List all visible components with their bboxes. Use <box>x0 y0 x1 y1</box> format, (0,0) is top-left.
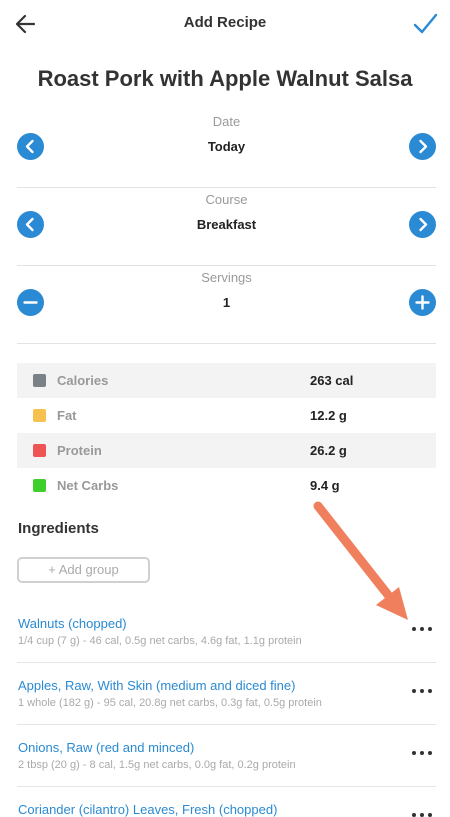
ingredient-details: 2 tbsp (20 g) - 8 cal, 1.5g net carbs, 0… <box>18 759 296 771</box>
chevron-left-icon <box>25 217 34 232</box>
ingredient-list: Walnuts (chopped) 1/4 cup (7 g) - 46 cal… <box>17 601 436 817</box>
nutrition-row-net-carbs: Net Carbs 9.4 g <box>17 468 436 503</box>
date-label: Date <box>212 114 241 129</box>
date-selector: Date Today <box>17 110 436 188</box>
servings-decrease-button[interactable] <box>17 289 44 316</box>
more-options-icon[interactable] <box>412 751 432 757</box>
ingredient-name[interactable]: Onions, Raw (red and minced) <box>18 740 194 755</box>
top-app-bar: Add Recipe <box>0 0 450 48</box>
date-next-button[interactable] <box>409 133 436 160</box>
course-selector: Course Breakfast <box>17 188 436 266</box>
servings-label: Servings <box>201 270 252 285</box>
recipe-title: Roast Pork with Apple Walnut Salsa <box>37 66 413 91</box>
ingredient-details: 1/4 cup (7 g) - 46 cal, 0.5g net carbs, … <box>18 635 302 647</box>
nutrition-value: 26.2 g <box>310 443 347 458</box>
ingredient-item[interactable]: Walnuts (chopped) 1/4 cup (7 g) - 46 cal… <box>17 601 436 663</box>
servings-selector: Servings 1 <box>17 266 436 344</box>
date-prev-button[interactable] <box>17 133 44 160</box>
fat-color-swatch <box>33 409 46 422</box>
ingredients-heading: Ingredients <box>18 520 99 537</box>
checkmark-icon <box>413 13 438 34</box>
nutrition-row-calories: Calories 263 cal <box>17 363 436 398</box>
nutrition-label: Calories <box>57 373 109 388</box>
nutrition-row-protein: Protein 26.2 g <box>17 433 436 468</box>
page-title: Add Recipe <box>183 14 267 31</box>
nutrition-value: 263 cal <box>310 373 354 388</box>
add-group-button[interactable]: + Add group <box>17 557 150 583</box>
servings-value: 1 <box>222 295 231 310</box>
chevron-right-icon <box>419 139 428 154</box>
nutrition-label: Protein <box>57 443 102 458</box>
more-options-icon[interactable] <box>412 813 432 817</box>
servings-increase-button[interactable] <box>409 289 436 316</box>
ingredient-item[interactable]: Coriander (cilantro) Leaves, Fresh (chop… <box>17 787 436 817</box>
nutrition-value: 12.2 g <box>310 408 347 423</box>
ingredient-name[interactable]: Apples, Raw, With Skin (medium and diced… <box>18 678 295 693</box>
course-next-button[interactable] <box>409 211 436 238</box>
ingredient-details: 1 whole (182 g) - 95 cal, 20.8g net carb… <box>18 697 322 709</box>
minus-icon <box>23 301 38 304</box>
nutrition-label: Net Carbs <box>57 478 119 493</box>
ingredient-name[interactable]: Coriander (cilantro) Leaves, Fresh (chop… <box>18 802 277 817</box>
course-label: Course <box>205 192 248 207</box>
more-options-icon[interactable] <box>412 627 432 633</box>
nutrition-value: 9.4 g <box>310 478 340 493</box>
nutrition-label: Fat <box>57 408 77 423</box>
plus-icon <box>415 295 430 310</box>
chevron-left-icon <box>25 139 34 154</box>
course-prev-button[interactable] <box>17 211 44 238</box>
calories-color-swatch <box>33 374 46 387</box>
ingredient-item[interactable]: Apples, Raw, With Skin (medium and diced… <box>17 663 436 725</box>
date-value: Today <box>207 139 246 154</box>
more-options-icon[interactable] <box>412 689 432 695</box>
nutrition-row-fat: Fat 12.2 g <box>17 398 436 433</box>
save-button[interactable] <box>410 9 440 39</box>
ingredient-name[interactable]: Walnuts (chopped) <box>18 616 127 631</box>
course-value: Breakfast <box>196 217 257 232</box>
chevron-right-icon <box>419 217 428 232</box>
ingredient-item[interactable]: Onions, Raw (red and minced) 2 tbsp (20 … <box>17 725 436 787</box>
nutrition-summary: Calories 263 cal Fat 12.2 g Protein 26.2… <box>17 363 436 503</box>
net-carbs-color-swatch <box>33 479 46 492</box>
protein-color-swatch <box>33 444 46 457</box>
